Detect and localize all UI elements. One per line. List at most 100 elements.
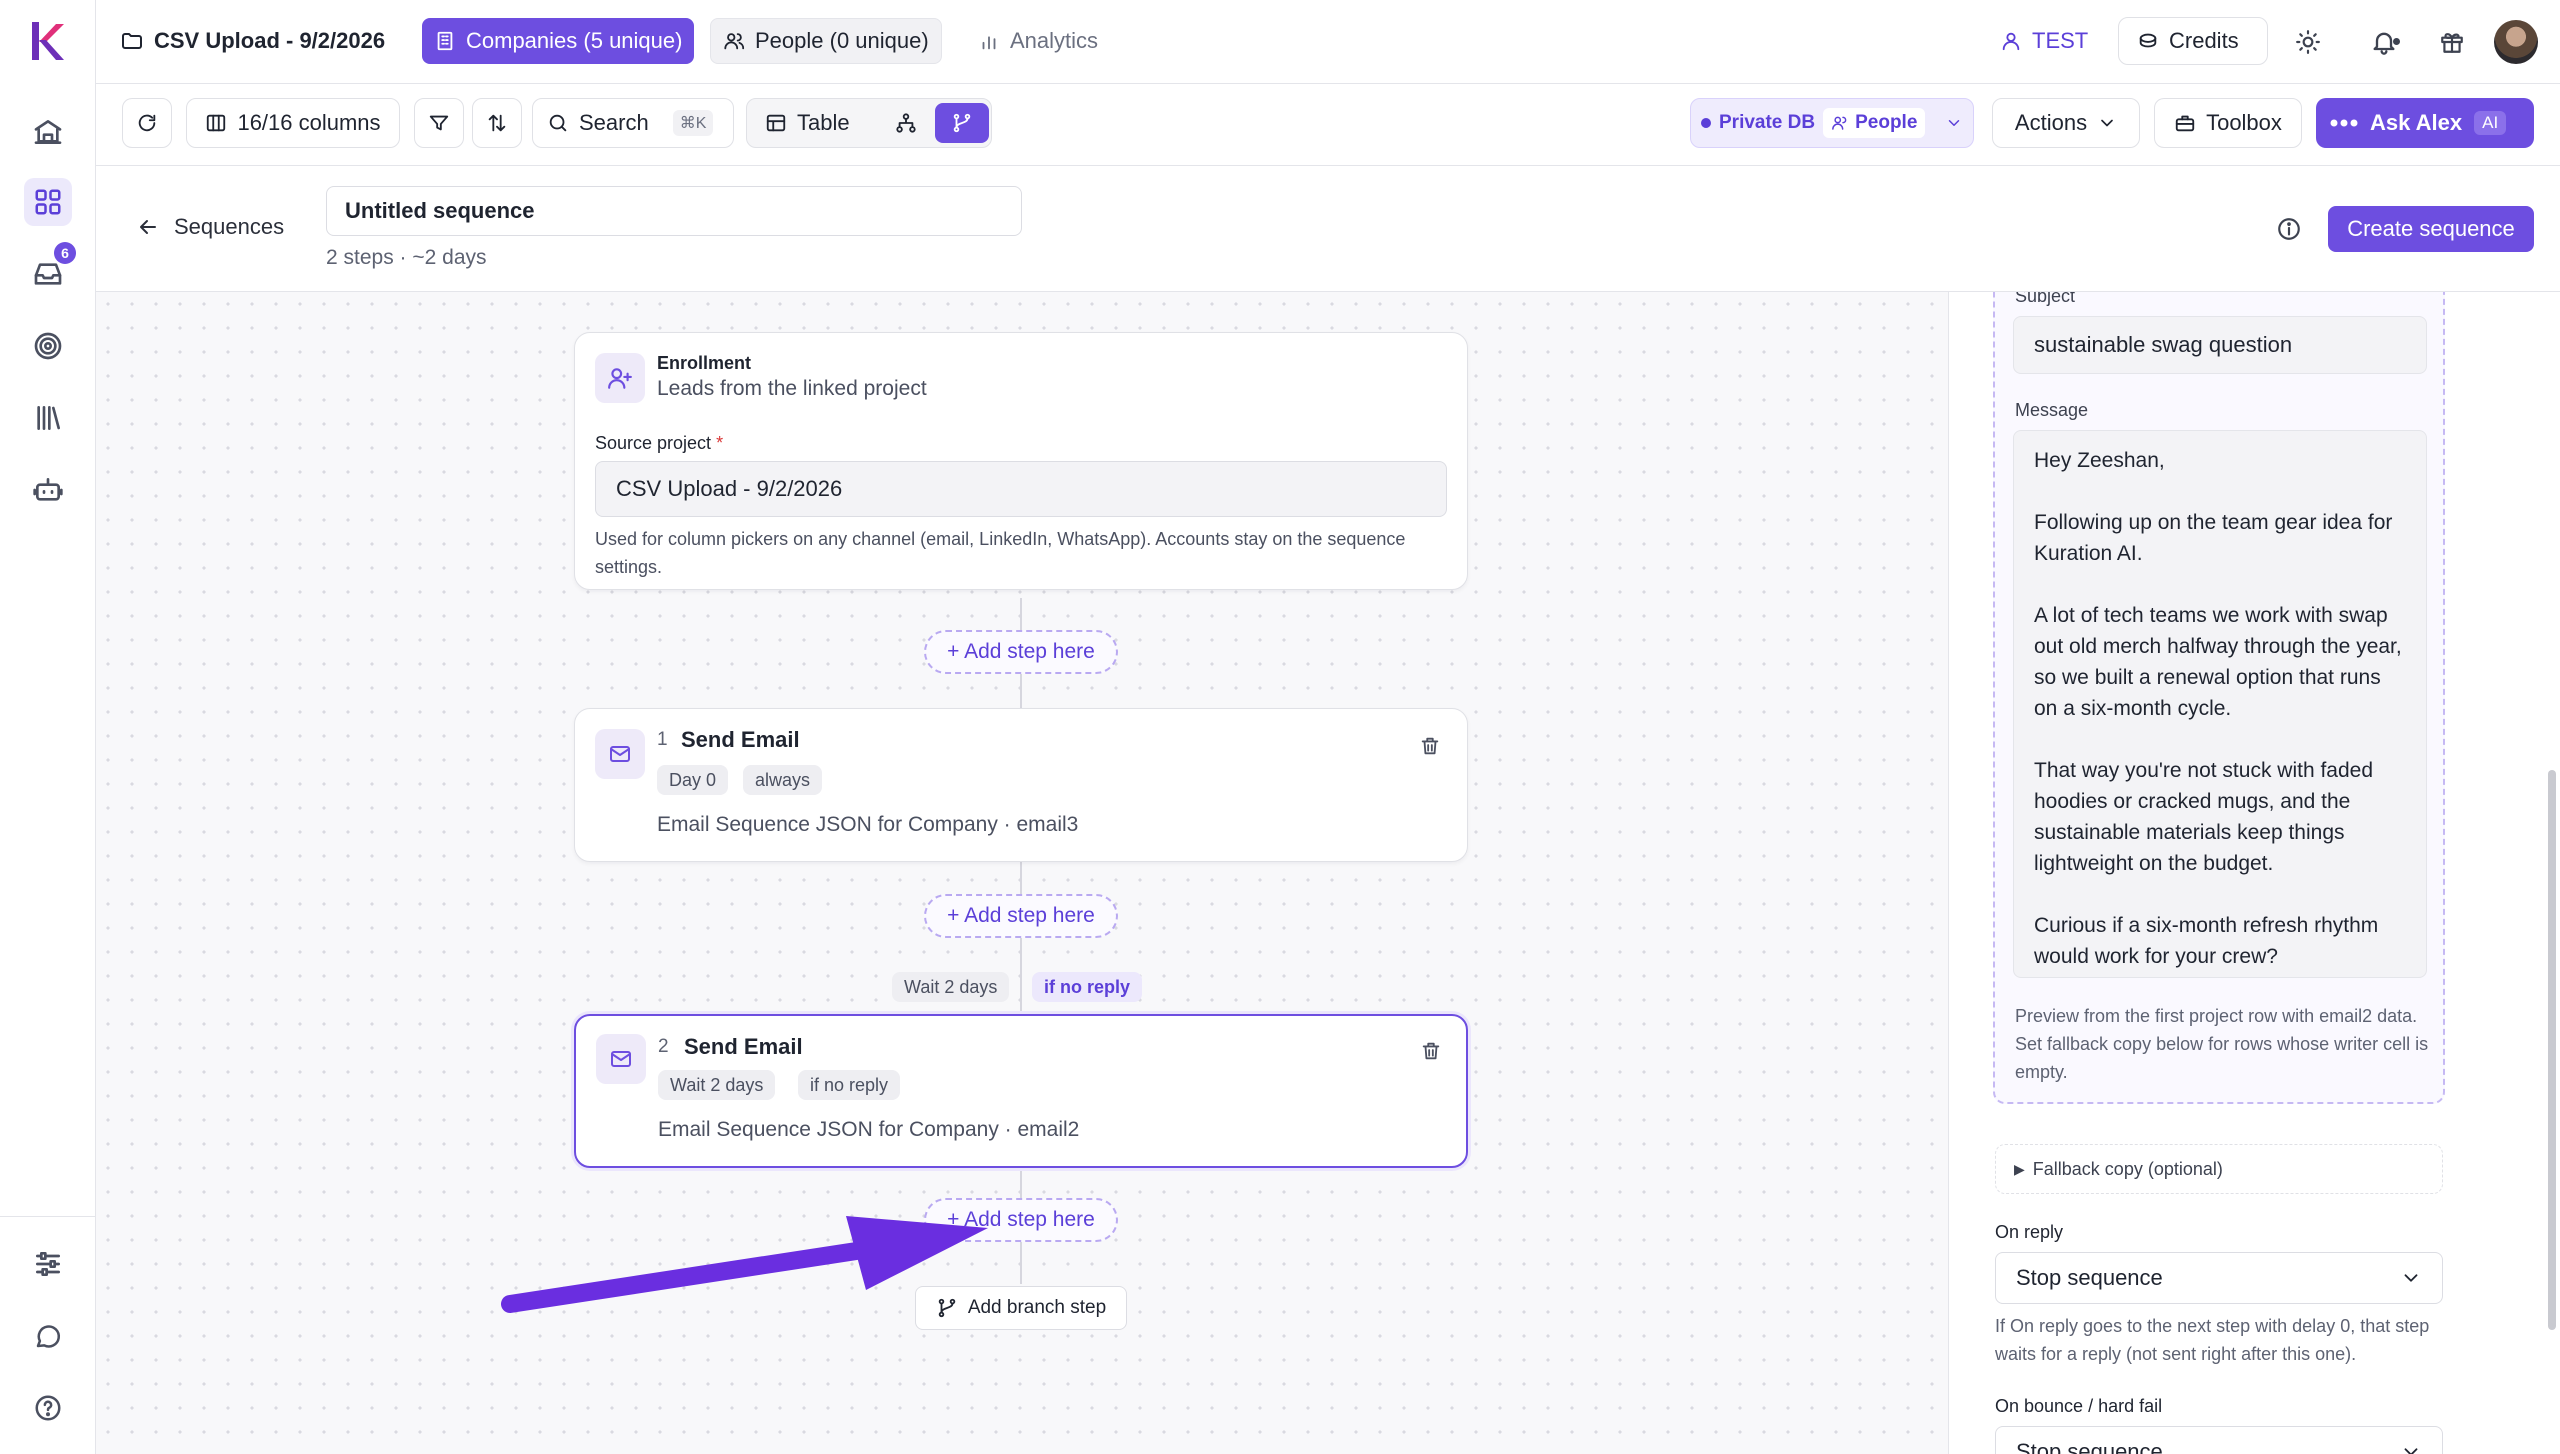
trash-icon[interactable] (1416, 1036, 1446, 1066)
step-detail-panel: Subject sustainable swag question Messag… (1948, 292, 2560, 1454)
step-card-1[interactable]: 1 Send Email Day 0 always Email Sequence… (574, 708, 1468, 862)
source-project-select[interactable]: CSV Upload - 9/2/2026 (595, 461, 1447, 517)
source-project-label-text: Source project (595, 433, 712, 453)
ask-alex-label: Ask Alex (2370, 110, 2463, 135)
step-condition-chip: if no reply (798, 1070, 901, 1100)
on-reply-select[interactable]: Stop sequence (1995, 1252, 2443, 1304)
back-to-sequences-button[interactable]: Sequences (136, 214, 284, 240)
chevron-down-icon (2101, 119, 2113, 127)
columns-icon (207, 114, 226, 132)
building-icon (437, 31, 453, 51)
database-selector[interactable]: Private DB People (1690, 98, 1974, 148)
enrollment-card[interactable]: Enrollment Leads from the linked project… (574, 332, 1468, 590)
filter-button[interactable] (414, 98, 464, 148)
view-switcher: Table (746, 98, 992, 148)
on-reply-value: Stop sequence (2016, 1265, 2163, 1290)
db-status-dot (1701, 118, 1711, 128)
sequence-canvas[interactable]: Enrollment Leads from the linked project… (96, 292, 1948, 1454)
tab-analytics-label: Analytics (1010, 28, 1099, 53)
grid-icon[interactable] (24, 178, 72, 226)
actions-label: Actions (2014, 110, 2088, 135)
on-reply-help: If On reply goes to the next step with d… (1995, 1316, 2430, 1364)
refresh-button[interactable] (122, 98, 172, 148)
sequence-name-input[interactable]: Untitled sequence (326, 186, 1022, 236)
chevron-down-icon (2404, 1448, 2418, 1454)
app-logo[interactable] (28, 20, 68, 62)
create-sequence-button[interactable]: Create sequence (2328, 206, 2534, 252)
add-step-button[interactable]: + Add step here (924, 894, 1118, 938)
source-project-help: Used for column pickers on any channel (… (595, 529, 1406, 577)
target-icon[interactable] (24, 322, 72, 370)
users-icon (1832, 116, 1847, 130)
info-icon[interactable] (2276, 216, 2302, 242)
annotation-arrow (501, 1216, 988, 1313)
on-bounce-select[interactable]: Stop sequence (1995, 1426, 2443, 1454)
columns-label: 16/16 columns (237, 110, 381, 135)
tab-people-label: People (0 unique) (755, 28, 929, 53)
search-button[interactable]: Search ⌘K (532, 98, 734, 148)
sort-button[interactable] (472, 98, 522, 148)
credits-label: Credits (2169, 28, 2239, 53)
view-table-button[interactable]: Table (753, 103, 877, 143)
message-paragraph: Curious if a six-month refresh rhythm wo… (2034, 914, 2379, 968)
tab-analytics[interactable]: Analytics (966, 18, 1110, 64)
sun-icon[interactable] (2288, 22, 2328, 62)
step-description: Email Sequence JSON for Company · email2 (658, 1118, 1080, 1141)
robot-icon[interactable] (24, 466, 72, 514)
db-people-chip: People (1823, 108, 1926, 138)
add-step-button[interactable]: + Add step here (924, 630, 1118, 674)
avatar[interactable] (2494, 20, 2538, 64)
columns-button[interactable]: 16/16 columns (186, 98, 400, 148)
branch-icon (953, 113, 971, 133)
message-field[interactable]: Hey Zeeshan, Following up on the team ge… (2013, 430, 2427, 978)
tab-companies[interactable]: Companies (5 unique) (422, 18, 695, 64)
source-project-label: Source project * (595, 433, 723, 454)
chevron-down-icon (2404, 1274, 2418, 1282)
tab-people[interactable]: People (0 unique) (710, 18, 942, 64)
actions-button[interactable]: Actions (1992, 98, 2140, 148)
step-card-2[interactable]: 2 Send Email Wait 2 days if no reply Ema… (574, 1014, 1468, 1168)
library-icon[interactable] (24, 394, 72, 442)
fallback-label: Fallback copy (optional) (2032, 1158, 2223, 1179)
credits-button[interactable]: Credits (2118, 17, 2268, 65)
top-bar: CSV Upload - 9/2/2026 Companies (5 uniqu… (96, 0, 2560, 84)
db-people-label: People (1855, 112, 1918, 133)
panel-scrollbar[interactable] (2548, 770, 2556, 1330)
bar-chart-icon (982, 36, 996, 50)
toolbox-label: Toolbox (2206, 110, 2282, 135)
table-icon (766, 114, 786, 132)
fallback-copy-toggle[interactable]: ▶ Fallback copy (optional) (1995, 1144, 2443, 1194)
preview-note: Preview from the first project row with … (2015, 1006, 2429, 1082)
toolbox-button[interactable]: Toolbox (2154, 98, 2302, 148)
ai-badge: AI (2474, 111, 2507, 135)
tab-companies-label: Companies (5 unique) (466, 28, 683, 53)
search-shortcut: ⌘K (672, 110, 714, 136)
project-title[interactable]: CSV Upload - 9/2/2026 (108, 18, 397, 64)
ask-alex-button[interactable]: Ask Alex AI (2316, 98, 2534, 148)
home-icon[interactable] (24, 108, 72, 156)
sequence-meta: 2 steps · ~2 days (326, 246, 487, 269)
coins-icon (2139, 33, 2157, 48)
mail-icon (595, 729, 645, 779)
test-workspace[interactable]: TEST (1988, 18, 2100, 64)
step-condition-chip: always (743, 765, 823, 795)
arrow-left-icon (140, 220, 156, 234)
sliders-icon[interactable] (24, 1240, 72, 1288)
trash-icon[interactable] (1415, 731, 1445, 761)
inbox-icon[interactable]: 6 (24, 242, 76, 298)
required-mark: * (716, 433, 724, 453)
subject-field[interactable]: sustainable swag question (2013, 316, 2427, 374)
filter-icon (429, 115, 449, 131)
chat-icon[interactable] (24, 1312, 72, 1360)
inbox-badge: 6 (54, 242, 76, 264)
view-sequence-button[interactable] (935, 103, 989, 143)
step-description: Email Sequence JSON for Company · email3 (657, 813, 1079, 836)
back-label: Sequences (174, 214, 285, 239)
help-icon[interactable] (24, 1384, 72, 1432)
dots-icon (2330, 119, 2358, 127)
step-timing-chip: Wait 2 days (658, 1070, 776, 1100)
gift-icon[interactable] (2432, 22, 2472, 62)
view-org-button[interactable] (881, 103, 931, 143)
bell-icon[interactable] (2364, 22, 2404, 62)
enrollment-title: Enrollment (657, 353, 752, 373)
